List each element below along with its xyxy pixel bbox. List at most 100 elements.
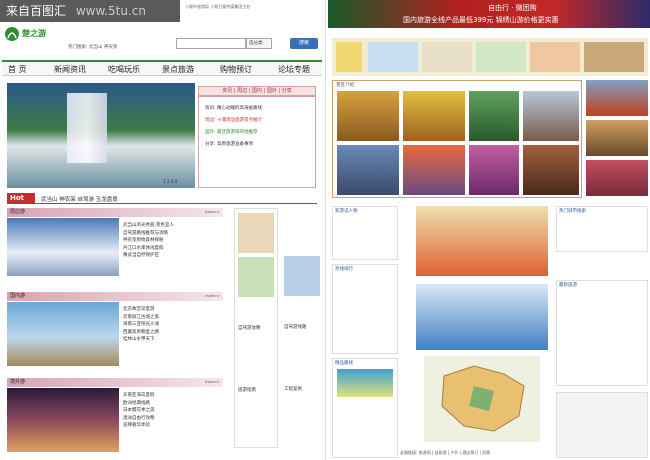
route-box: 精品路线: [332, 358, 398, 458]
main-nav: 首 页 新闻资讯 吃喝玩乐 景点旅游 购物预订 论坛专题: [2, 60, 322, 76]
watermark-url: www.5tu.cn: [75, 4, 146, 18]
right-column: 自驾游线路 工程案例: [284, 208, 322, 448]
ad-strip: [332, 38, 648, 76]
logo-text: 楚之游: [22, 29, 46, 38]
news-list: 资讯: 精心动魄的高海拔路线 周边: 十堰周边旅游景点推介 国外: 最佳旅游目的…: [198, 96, 316, 188]
ad-image[interactable]: [368, 42, 418, 72]
map-image[interactable]: [424, 356, 540, 442]
scenic-gallery: 景区介绍: [332, 80, 582, 198]
mid-column-title: 自驾游攻略: [238, 326, 261, 331]
side-image[interactable]: [586, 80, 648, 116]
gallery-title: 景区介绍: [336, 83, 354, 88]
more-link[interactable]: more>>: [205, 378, 220, 387]
waterfall-shape: [67, 93, 107, 163]
news-item[interactable]: 国外: 最佳旅游目的地推荐: [205, 129, 257, 135]
newspaper-image[interactable]: [556, 392, 648, 458]
promo-banner[interactable]: 自由行 · 微团购 国内旅游全线产品最低399元 锦绣山游价格更实惠: [328, 0, 650, 28]
gallery-image[interactable]: [337, 91, 399, 141]
city-search-title: 热门城市搜索: [559, 209, 586, 214]
nav-item-scenic[interactable]: 景点旅游: [162, 64, 194, 75]
domestic-text: 北京故宫深度游 云南丽江古城之旅 海南三亚阳光沙滩 西藏高原朝圣之路 桂林山水甲…: [123, 307, 159, 342]
gallery-image[interactable]: [403, 145, 465, 195]
route-image[interactable]: [337, 369, 393, 397]
footer-links[interactable]: 友情链接: 旅游网 | 自助游 | 户外 | 酒店预订 | 机票: [400, 450, 490, 456]
more-link[interactable]: more>>: [205, 208, 220, 217]
scenic-side-images: [586, 80, 648, 198]
ranking-box: 热线排行: [332, 264, 398, 354]
gallery-image[interactable]: [403, 91, 465, 141]
nav-item-forum[interactable]: 论坛专题: [278, 64, 310, 75]
left-page: 来自百图汇 www.5tu.cn 十堰市旅游局 十堰日报传媒集团主办 楚之游 热…: [0, 0, 326, 460]
section-header-domestic: 国内游 more>>: [7, 292, 223, 301]
latest-travel-title: 最新旅游: [559, 283, 577, 288]
nearby-text: 武当山风光秀丽,景色宜人 自驾游路线推荐与攻略 神农架原始森林探秘 丹江口水库休…: [123, 223, 174, 258]
watermark-site-name: 来自百图汇: [6, 4, 67, 18]
featured-banner[interactable]: [416, 206, 548, 276]
section-header-nearby: 周边游 more>>: [7, 208, 223, 217]
section-title: 周边游: [10, 209, 26, 215]
abroad-text: 东南亚海岛度假 欧洲经典线路 日本樱花季之旅 澳洲自由行攻略 迪拜奢华体验: [123, 393, 155, 428]
section-title: 国内游: [10, 293, 26, 299]
hot-search-links[interactable]: 热门搜索: 武当山 神农架: [68, 44, 117, 50]
news-item[interactable]: 资讯: 精心动魄的高海拔路线: [205, 105, 262, 111]
gallery-image[interactable]: [523, 145, 579, 195]
ad-image[interactable]: [238, 213, 274, 253]
travel-stories-box: 新游记人物: [332, 206, 398, 260]
news-item[interactable]: 周边: 十堰周边旅游景点推介: [205, 117, 262, 123]
more-link[interactable]: more>>: [205, 292, 220, 301]
nearby-image[interactable]: [7, 218, 119, 276]
ranking-title: 热线排行: [335, 267, 353, 272]
right-column-title: 工程案例: [284, 387, 302, 392]
gallery-image[interactable]: [523, 91, 579, 141]
site-logo[interactable]: 楚之游: [4, 24, 62, 50]
ad-image[interactable]: [336, 42, 362, 72]
mid-column-title: 旅游指南: [238, 388, 256, 393]
right-page: 自由行 · 微团购 国内旅游全线产品最低399元 锦绣山游价格更实惠 景区介绍 …: [328, 0, 650, 460]
nav-item-news[interactable]: 新闻资讯: [54, 64, 86, 75]
ad-image[interactable]: [238, 257, 274, 297]
ad-image[interactable]: [476, 42, 526, 72]
watermark-bar: 来自百图汇 www.5tu.cn: [0, 0, 180, 22]
ad-image[interactable]: [584, 42, 644, 72]
ad-image[interactable]: [530, 42, 580, 72]
banner-subtitle: 国内旅游全线产品最低399元 锦绣山游价格更实惠: [403, 16, 559, 24]
hot-label: Hot: [7, 193, 35, 204]
mid-column: 自驾游攻略 旅游指南: [234, 208, 278, 448]
side-image[interactable]: [586, 160, 648, 196]
hero-pagination[interactable]: 1 2 3 4: [163, 179, 177, 184]
hero-waterfall-image[interactable]: [7, 83, 195, 188]
search-category-select[interactable]: 选分类: [246, 38, 272, 49]
nav-item-home[interactable]: 首 页: [8, 64, 27, 75]
side-column: 热门城市搜索 最新旅游: [556, 206, 648, 460]
ad-image[interactable]: [422, 42, 472, 72]
stories-title: 新游记人物: [335, 209, 358, 214]
latest-travel-box: 最新旅游: [556, 280, 648, 386]
search-input[interactable]: [176, 38, 246, 49]
section-header-abroad: 境外游 more>>: [7, 378, 223, 387]
logo-icon: [5, 27, 19, 41]
right-column-title: 自驾游线路: [284, 325, 307, 330]
section-title: 境外游: [10, 379, 26, 385]
nav-item-booking[interactable]: 购物预订: [220, 64, 252, 75]
map-icon: [441, 365, 525, 432]
header-topline: 十堰市旅游局 十堰日报传媒集团主办: [185, 4, 251, 9]
travel-stories-column: 新游记人物 热线排行 精品路线: [332, 206, 398, 460]
route-title: 精品路线: [335, 361, 353, 366]
gallery-image[interactable]: [469, 145, 519, 195]
ad-image[interactable]: [284, 256, 320, 296]
search-button[interactable]: 搜索: [290, 38, 318, 49]
banner-title: 自由行 · 微团购: [488, 4, 537, 12]
hot-bar: Hot 武当山 神农架 自驾游 玉龙盘景: [7, 193, 317, 204]
news-tabs[interactable]: 资讯 | 周边 | 国内 | 国外 | 分享: [198, 86, 316, 96]
nav-item-fun[interactable]: 吃喝玩乐: [108, 64, 140, 75]
featured-banner[interactable]: [416, 284, 548, 350]
abroad-image[interactable]: [7, 388, 119, 452]
gallery-image[interactable]: [337, 145, 399, 195]
hot-links[interactable]: 武当山 神农架 自驾游 玉龙盘景: [41, 195, 118, 203]
featured-column: 友情链接: 旅游网 | 自助游 | 户外 | 酒店预订 | 机票: [400, 206, 548, 460]
gallery-image[interactable]: [469, 91, 519, 141]
news-item[interactable]: 分享: 高原旅游准备事项: [205, 141, 253, 147]
domestic-image[interactable]: [7, 302, 119, 366]
city-search-box: 热门城市搜索: [556, 206, 648, 252]
side-image[interactable]: [586, 120, 648, 156]
